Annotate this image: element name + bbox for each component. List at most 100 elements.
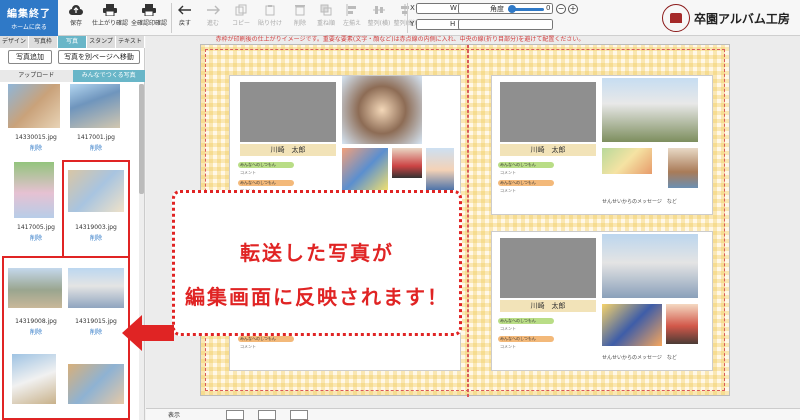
delete-button[interactable]: 削除 <box>288 2 312 34</box>
finish-label: 編集終了 <box>7 9 51 20</box>
photo-placeholder[interactable] <box>500 82 596 142</box>
tab-text[interactable]: テキスト <box>116 36 145 48</box>
bottom-bar: 表示 <box>146 408 800 420</box>
photo-delete-link[interactable]: 削除 <box>66 143 126 152</box>
align-left-button[interactable]: 左揃え <box>340 2 364 34</box>
child-photo[interactable] <box>392 148 422 178</box>
undo-button[interactable]: 戻す <box>174 2 196 34</box>
comment-text: コメント <box>500 188 516 193</box>
editor-root: 編集終了 ホームに戻る 保存 仕上がり確認 全確認印確認 戻す 進む コピー 貼… <box>0 0 800 420</box>
printer-icon <box>142 2 156 18</box>
comment-text: コメント <box>240 170 256 175</box>
photo-filename: 14319003.jpg <box>75 224 117 231</box>
h-input[interactable] <box>458 19 553 30</box>
view-list-button[interactable] <box>290 410 308 420</box>
tab-shared-photos[interactable]: みんなでつくる写真 <box>72 70 145 82</box>
student-name[interactable]: 川崎 太郎 <box>500 144 596 156</box>
undo-label: 戻す <box>178 20 191 27</box>
delete-label: 削除 <box>293 20 306 27</box>
photo-delete-link[interactable]: 削除 <box>6 327 66 336</box>
photo-image <box>12 354 56 404</box>
zoom-in-button[interactable]: + <box>568 4 578 14</box>
finish-editing-button[interactable]: 編集終了 ホームに戻る <box>0 0 58 36</box>
toolbar-divider <box>407 3 408 33</box>
finish-preview-button[interactable]: 仕上がり確認 <box>92 2 128 34</box>
tab-photo[interactable]: 写真 <box>58 36 87 48</box>
photo-delete-link[interactable]: 削除 <box>6 233 66 242</box>
group-photo[interactable] <box>602 78 698 142</box>
finish-preview-label: 仕上がり確認 <box>92 20 129 27</box>
angle-slider[interactable] <box>508 5 544 13</box>
add-photo-button[interactable]: 写真追加 <box>8 50 52 64</box>
question-label: みんなへのしつもん <box>498 180 554 186</box>
photo-filename: 14330015.jpg <box>15 134 57 141</box>
align-left-label: 左揃え <box>342 20 361 27</box>
photo-image <box>68 170 124 212</box>
align-horizontal-icon <box>373 2 385 18</box>
photo-delete-link[interactable]: 削除 <box>66 327 126 336</box>
brand-logo: 卒園アルバム工房 <box>662 4 790 32</box>
tab-design[interactable]: デザイン <box>0 36 29 48</box>
photo-delete-link[interactable]: 削除 <box>66 233 126 242</box>
photo-actions: 写真追加 写真を別ページへ移動 <box>0 50 145 66</box>
redo-button[interactable]: 進む <box>200 2 226 34</box>
toolbar-divider <box>171 3 172 33</box>
scrollbar-thumb[interactable] <box>139 84 144 194</box>
paste-label: 貼り付け <box>257 20 282 27</box>
album-page[interactable]: 川崎 太郎 みんなへのしつもん コメント みんなへのしつもん コメント せんせい… <box>491 231 713 371</box>
paste-button[interactable]: 貼り付け <box>256 2 284 34</box>
stamp-check-button[interactable]: 全確認印確認 <box>130 2 168 34</box>
layer-order-button[interactable]: 重ね順 <box>314 2 338 34</box>
question-label: みんなへのしつもん <box>498 162 554 168</box>
print-notice: 赤枠が印刷後の仕上がりイメージです。重要な要素(文字・顔など)は赤点線の内側に入… <box>215 36 585 43</box>
photo-image <box>14 162 54 218</box>
school-logo-icon <box>662 4 690 32</box>
question-label: みんなへのしつもん <box>238 180 294 186</box>
left-panel: デザイン 写真枠 写真 スタンプ テキスト 写真追加 写真を別ページへ移動 アッ… <box>0 36 145 420</box>
panel-tabs: デザイン 写真枠 写真 スタンプ テキスト <box>0 36 145 48</box>
child-photo[interactable] <box>426 148 454 192</box>
album-page[interactable]: 川崎 太郎 みんなへのしつもん コメント みんなへのしつもん コメント せんせい… <box>491 75 713 215</box>
tab-upload[interactable]: アップロード <box>0 70 73 82</box>
photo-thumbnail-list: 14330015.jpg 削除 1417001.jpg 削除 1417005.j… <box>0 84 138 420</box>
save-button[interactable]: 保存 <box>62 2 90 34</box>
photo-image <box>8 84 60 128</box>
question-label: みんなへのしつもん <box>238 162 294 168</box>
group-photo[interactable] <box>602 234 698 298</box>
callout-annotation: 転送した写真が 編集画面に反映されます！ <box>172 190 462 336</box>
copy-label: コピー <box>231 20 250 27</box>
comment-text: コメント <box>500 170 516 175</box>
child-photo[interactable] <box>666 304 698 344</box>
photo-delete-link[interactable]: 削除 <box>6 143 66 152</box>
layer-order-label: 重ね順 <box>316 20 335 27</box>
copy-button[interactable]: コピー <box>228 2 254 34</box>
photo-filename: 1417001.jpg <box>77 134 115 141</box>
comment-text: コメント <box>500 344 516 349</box>
h-label: H <box>450 20 456 28</box>
trash-icon <box>295 2 305 18</box>
callout-line-2: 編集画面に反映されます！ <box>185 285 449 309</box>
student-name[interactable]: 川崎 太郎 <box>500 300 596 312</box>
zoom-out-button[interactable]: − <box>556 4 566 14</box>
drawing-photo[interactable] <box>342 148 388 192</box>
view-single-button[interactable] <box>226 410 244 420</box>
photo-filename: 1417005.jpg <box>17 224 55 231</box>
child-photo[interactable] <box>668 148 698 188</box>
copy-icon <box>235 2 247 18</box>
student-name[interactable]: 川崎 太郎 <box>240 144 336 156</box>
tab-photo-frame[interactable]: 写真枠 <box>29 36 58 48</box>
undo-arrow-icon <box>178 2 192 18</box>
thumbnail-scrollbar[interactable] <box>139 84 144 420</box>
photo-placeholder[interactable] <box>240 82 336 142</box>
drawing-photo[interactable] <box>602 148 652 174</box>
move-photo-button[interactable]: 写真を別ページへ移動 <box>58 50 140 64</box>
view-spread-button[interactable] <box>258 410 276 420</box>
align-horizontal-button[interactable]: 整列(横) <box>366 2 392 34</box>
angle-value: 0 <box>546 4 551 12</box>
cloud-upload-icon <box>68 2 84 18</box>
group-photo[interactable] <box>342 76 422 144</box>
tab-stamp[interactable]: スタンプ <box>87 36 116 48</box>
brand-name: 卒園アルバム工房 <box>694 11 790 26</box>
photo-placeholder[interactable] <box>500 238 596 298</box>
drawing-photo[interactable] <box>602 304 662 346</box>
